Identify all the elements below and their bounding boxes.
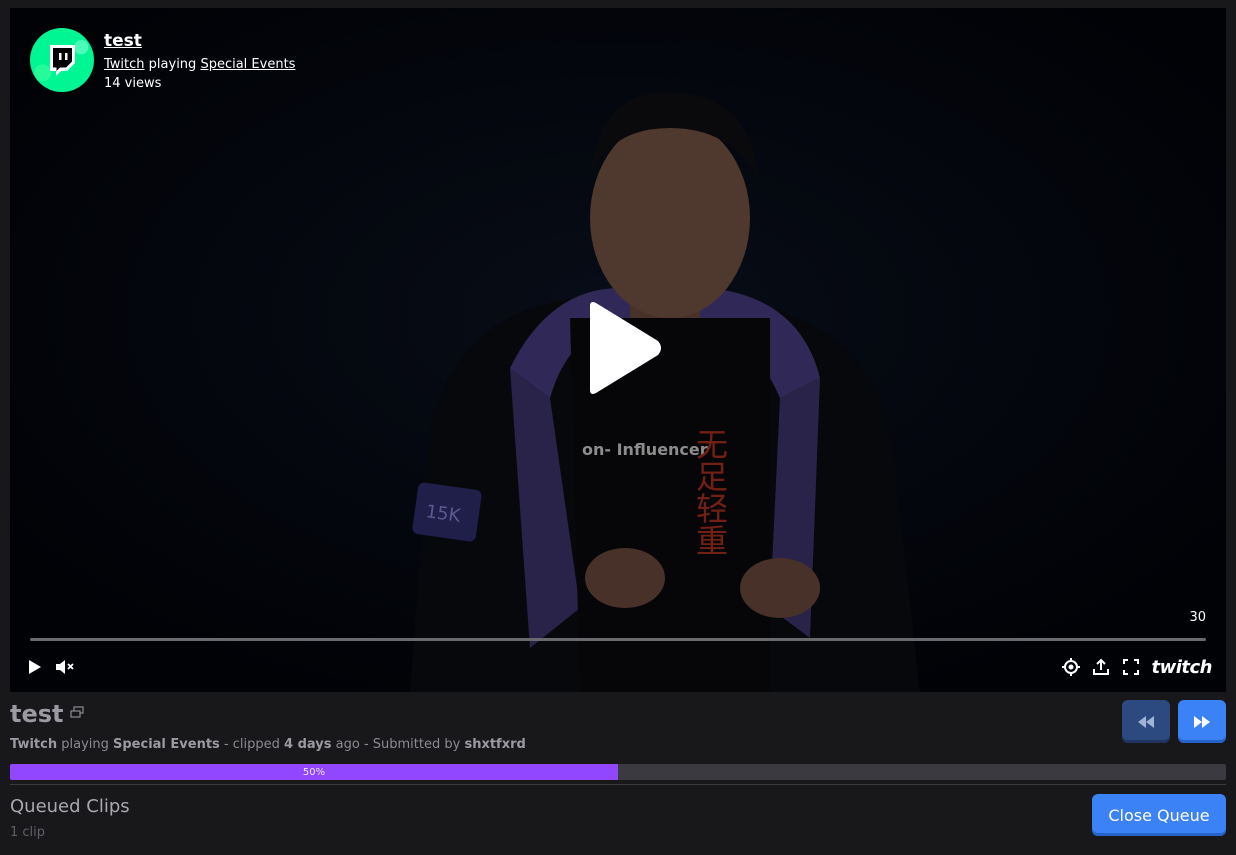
big-play-icon[interactable] xyxy=(584,298,664,398)
fullscreen-button[interactable] xyxy=(1120,656,1142,678)
twitch-logo[interactable]: twitch xyxy=(1152,657,1213,678)
next-clip-button[interactable] xyxy=(1178,700,1226,743)
channel-avatar[interactable] xyxy=(30,28,94,92)
twitch-glitch-icon xyxy=(50,45,75,76)
clip-title-link[interactable]: test xyxy=(104,31,295,51)
video-timecode: 30 xyxy=(1189,610,1206,625)
close-queue-button[interactable]: Close Queue xyxy=(1092,794,1226,836)
settings-button[interactable] xyxy=(1060,656,1082,678)
popout-icon[interactable] xyxy=(69,706,84,718)
subline-submitted: ago - Submitted by xyxy=(335,737,461,752)
subline-playing: playing xyxy=(61,737,109,752)
mute-button[interactable] xyxy=(54,656,76,678)
gear-icon xyxy=(1062,658,1080,676)
player-controls: twitch xyxy=(10,654,1226,680)
queue-progress-bar: 50% xyxy=(10,764,1226,780)
clip-info-overlay: test Twitch playing Special Events 14 vi… xyxy=(30,28,295,92)
seek-bar[interactable] xyxy=(30,638,1206,641)
volume-muted-icon xyxy=(56,660,74,674)
divider xyxy=(10,784,1226,785)
play-button[interactable] xyxy=(24,656,46,678)
queue-count: 1 clip xyxy=(10,825,46,840)
subline-age: 4 days xyxy=(284,737,332,752)
rewind-icon xyxy=(1138,715,1154,728)
subline-broadcaster[interactable]: Twitch xyxy=(10,737,57,752)
previous-clip-button[interactable] xyxy=(1122,700,1170,743)
progress-fill: 50% xyxy=(10,764,618,780)
clip-title-row: test xyxy=(10,700,84,728)
clip-meta-line: Twitch playing Special Events xyxy=(104,57,295,72)
subline-submitter: shxtfxrd xyxy=(464,737,526,752)
fast-forward-icon xyxy=(1194,715,1210,728)
category-link[interactable]: Special Events xyxy=(200,57,295,72)
view-count: 14 views xyxy=(104,76,162,91)
playing-word: playing xyxy=(148,57,197,72)
clip-title: test xyxy=(10,700,64,728)
fullscreen-icon xyxy=(1123,659,1139,675)
play-icon xyxy=(29,660,41,674)
clip-video-player[interactable]: on- Influencer 无足轻重 15K test Twitch play… xyxy=(10,8,1226,692)
queue-title: Queued Clips xyxy=(10,796,130,817)
share-button[interactable] xyxy=(1090,656,1112,678)
progress-label: 50% xyxy=(302,766,326,778)
subline-category[interactable]: Special Events xyxy=(113,737,220,752)
clip-subline: Twitch playing Special Events - clipped … xyxy=(10,737,526,752)
subline-clipped: - clipped xyxy=(223,737,280,752)
share-icon xyxy=(1093,658,1109,675)
broadcaster-link[interactable]: Twitch xyxy=(104,57,145,72)
